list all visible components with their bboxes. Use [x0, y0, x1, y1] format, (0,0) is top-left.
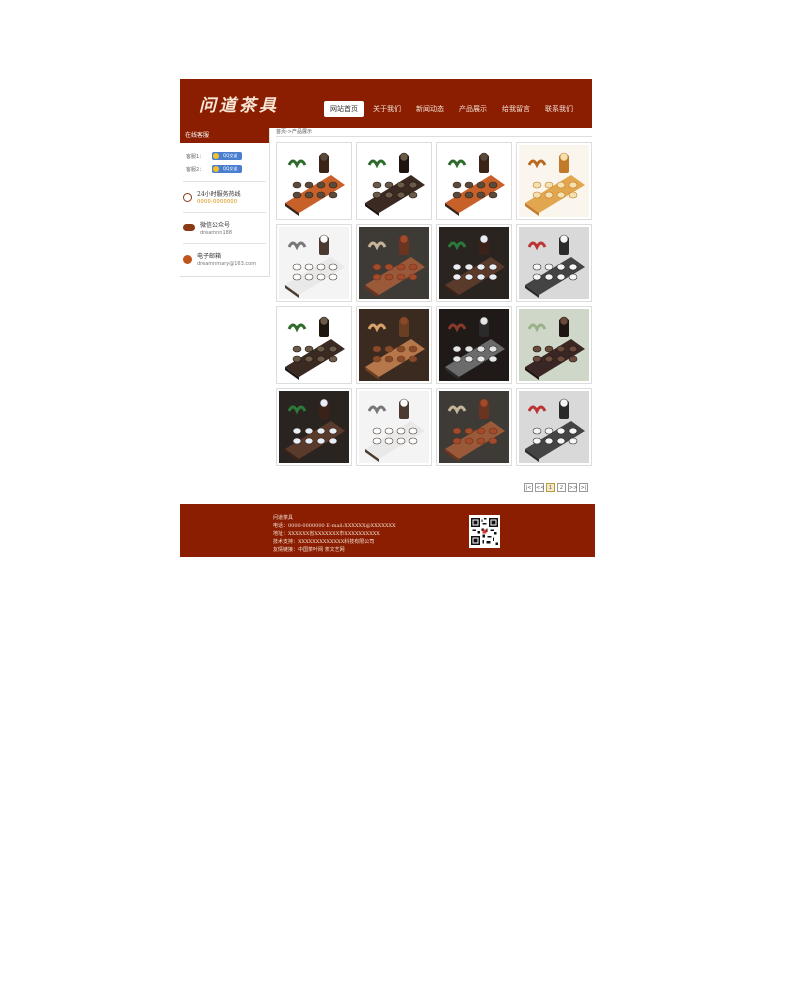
product-image[interactable] — [519, 145, 589, 217]
qq-row-1: 客服1： QQ交谈 — [180, 150, 269, 162]
qq-row-2: 客服2： QQ交谈 — [180, 163, 269, 175]
product-grid — [276, 142, 592, 466]
nav-item-1[interactable]: 网站首页 — [324, 101, 364, 117]
product-image[interactable] — [439, 227, 509, 299]
qr-code — [469, 515, 500, 548]
email-label: 电子邮箱 — [197, 253, 222, 260]
sidebar: 在线客服 客服1： QQ交谈 客服2： QQ交谈 24小时服务热线 0000-0… — [180, 128, 270, 277]
product-image[interactable] — [439, 391, 509, 463]
footer-support: 技术支持：XXXXXXXXXXXXX科技有限公司 — [273, 539, 375, 545]
qq-chat-button[interactable]: QQ交谈 — [212, 152, 243, 160]
qq-label: 客服2： — [186, 166, 205, 173]
product-card[interactable] — [516, 306, 592, 384]
nav-item-2[interactable]: 关于我们 — [367, 101, 407, 117]
product-image[interactable] — [279, 145, 349, 217]
footer-company: 问道茶具 — [273, 515, 294, 521]
email-address[interactable]: dreamnmary@163.com — [197, 261, 256, 267]
product-card[interactable] — [436, 224, 512, 302]
product-card[interactable] — [356, 306, 432, 384]
divider — [183, 212, 266, 213]
nav-item-5[interactable]: 给我留言 — [496, 101, 536, 117]
page-button[interactable]: 1 — [546, 483, 555, 492]
footer-address: 地址：XXXXXX省XXXXXXX市XXXXXXXXXX — [273, 531, 380, 537]
footer: 问道茶具 电话：0000-0000000 E-mail:XXXXXX@XXXXX… — [180, 504, 595, 557]
qq-icon — [213, 166, 220, 172]
product-card[interactable] — [356, 142, 432, 220]
product-image[interactable] — [279, 227, 349, 299]
breadcrumb: 首页->产品展示 — [276, 128, 592, 137]
product-image[interactable] — [519, 309, 589, 381]
header: 问道茶具 网站首页 关于我们 新闻动态 产品展示 给我留言 联系我们 — [180, 79, 592, 128]
wechat-id: dreamnn188 — [200, 230, 233, 236]
content: 首页->产品展示 — [276, 128, 592, 466]
product-card[interactable] — [276, 142, 352, 220]
sidebar-title: 在线客服 — [180, 128, 269, 143]
product-card[interactable] — [516, 224, 592, 302]
clock-icon — [183, 193, 192, 202]
product-image[interactable] — [359, 145, 429, 217]
hotline-number: 0000-0000000 — [197, 199, 238, 205]
product-card[interactable] — [276, 224, 352, 302]
divider — [183, 243, 266, 244]
product-card[interactable] — [516, 388, 592, 466]
product-image[interactable] — [519, 227, 589, 299]
product-image[interactable] — [359, 391, 429, 463]
footer-contact: 电话：0000-0000000 E-mail:XXXXXX@XXXXXXX — [273, 523, 396, 529]
product-image[interactable] — [279, 309, 349, 381]
main-nav: 网站首页 关于我们 新闻动态 产品展示 给我留言 联系我们 — [324, 101, 582, 117]
product-card[interactable] — [276, 388, 352, 466]
email-block: 电子邮箱 dreamnmary@163.com — [180, 251, 269, 273]
footer-text: 问道茶具 电话：0000-0000000 E-mail:XXXXXX@XXXXX… — [273, 514, 396, 554]
wechat-icon — [183, 224, 195, 231]
product-card[interactable] — [436, 142, 512, 220]
product-image[interactable] — [359, 309, 429, 381]
logo[interactable]: 问道茶具 — [199, 91, 279, 116]
site-wrapper: 问道茶具 网站首页 关于我们 新闻动态 产品展示 给我留言 联系我们 在线客服 客服1： … — [180, 79, 595, 557]
nav-item-3[interactable]: 新闻动态 — [410, 101, 450, 117]
wechat-block: 微信公众号 dreamnn188 — [180, 220, 269, 242]
product-image[interactable] — [279, 391, 349, 463]
product-card[interactable] — [516, 142, 592, 220]
hotline-label: 24小时服务热线 — [197, 191, 241, 198]
qq-label: 客服1： — [186, 153, 205, 160]
main-area: 在线客服 客服1： QQ交谈 客服2： QQ交谈 24小时服务热线 0000-0… — [180, 128, 592, 504]
product-card[interactable] — [436, 306, 512, 384]
page-button[interactable]: |< — [524, 483, 533, 492]
product-card[interactable] — [276, 306, 352, 384]
hotline-block: 24小时服务热线 0000-0000000 — [180, 189, 269, 211]
product-image[interactable] — [359, 227, 429, 299]
page-button[interactable]: >> — [568, 483, 577, 492]
product-card[interactable] — [356, 388, 432, 466]
page-button[interactable]: 2 — [557, 483, 566, 492]
footer-links[interactable]: 友情链接：中国茶叶网 茶文艺网 — [273, 546, 396, 554]
qq-chat-button[interactable]: QQ交谈 — [212, 165, 243, 173]
product-image[interactable] — [439, 145, 509, 217]
page-button[interactable]: << — [535, 483, 544, 492]
qq-icon — [213, 153, 220, 159]
product-card[interactable] — [356, 224, 432, 302]
product-card[interactable] — [436, 388, 512, 466]
product-image[interactable] — [439, 309, 509, 381]
mail-icon — [183, 255, 192, 264]
wechat-label: 微信公众号 — [200, 222, 231, 229]
pagination: |< << 1 2 >> >| — [522, 483, 588, 492]
product-image[interactable] — [519, 391, 589, 463]
nav-item-4[interactable]: 产品展示 — [453, 101, 493, 117]
divider — [183, 181, 266, 182]
nav-item-6[interactable]: 联系我们 — [539, 101, 579, 117]
page-button[interactable]: >| — [579, 483, 588, 492]
